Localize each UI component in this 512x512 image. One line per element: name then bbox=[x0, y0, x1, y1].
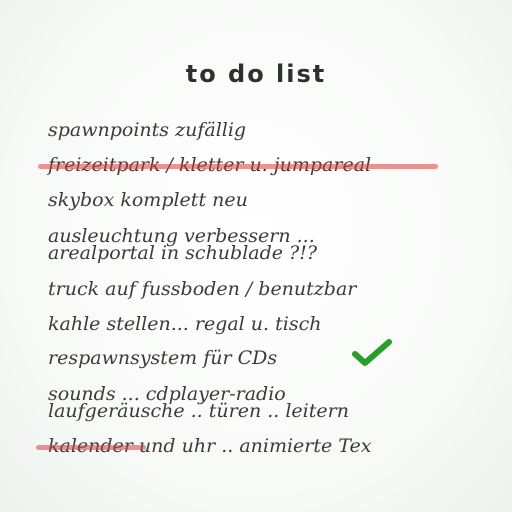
list-item: truck auf fussboden / benutzbar bbox=[48, 278, 357, 300]
list-item: laufgeräusche .. türen .. leitern bbox=[48, 400, 349, 422]
list-item: spawnpoints zufällig bbox=[48, 119, 247, 141]
list-item: respawnsystem für CDs bbox=[48, 347, 278, 369]
list-item: kalender und uhr .. animierte Tex bbox=[48, 435, 372, 457]
list-item: kahle stellen... regal u. tisch bbox=[48, 313, 322, 335]
list-item: freizeitpark / kletter u. jumpareal bbox=[48, 154, 372, 176]
todo-note: to do list spawnpoints zufällig freizeit… bbox=[0, 0, 512, 512]
list-item: skybox komplett neu bbox=[48, 189, 248, 211]
page-title: to do list bbox=[185, 60, 327, 88]
list-item: arealportal in schublade ?!? bbox=[48, 242, 318, 264]
check-icon bbox=[352, 339, 392, 366]
